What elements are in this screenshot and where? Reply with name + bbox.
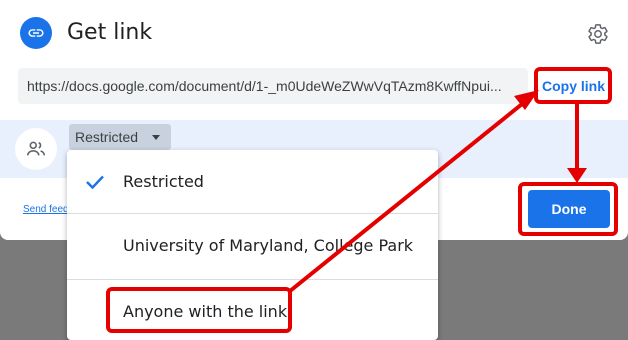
arrow-to-copy-link xyxy=(288,98,529,293)
annotation-arrows xyxy=(288,90,587,293)
arrowhead-done xyxy=(567,168,587,183)
